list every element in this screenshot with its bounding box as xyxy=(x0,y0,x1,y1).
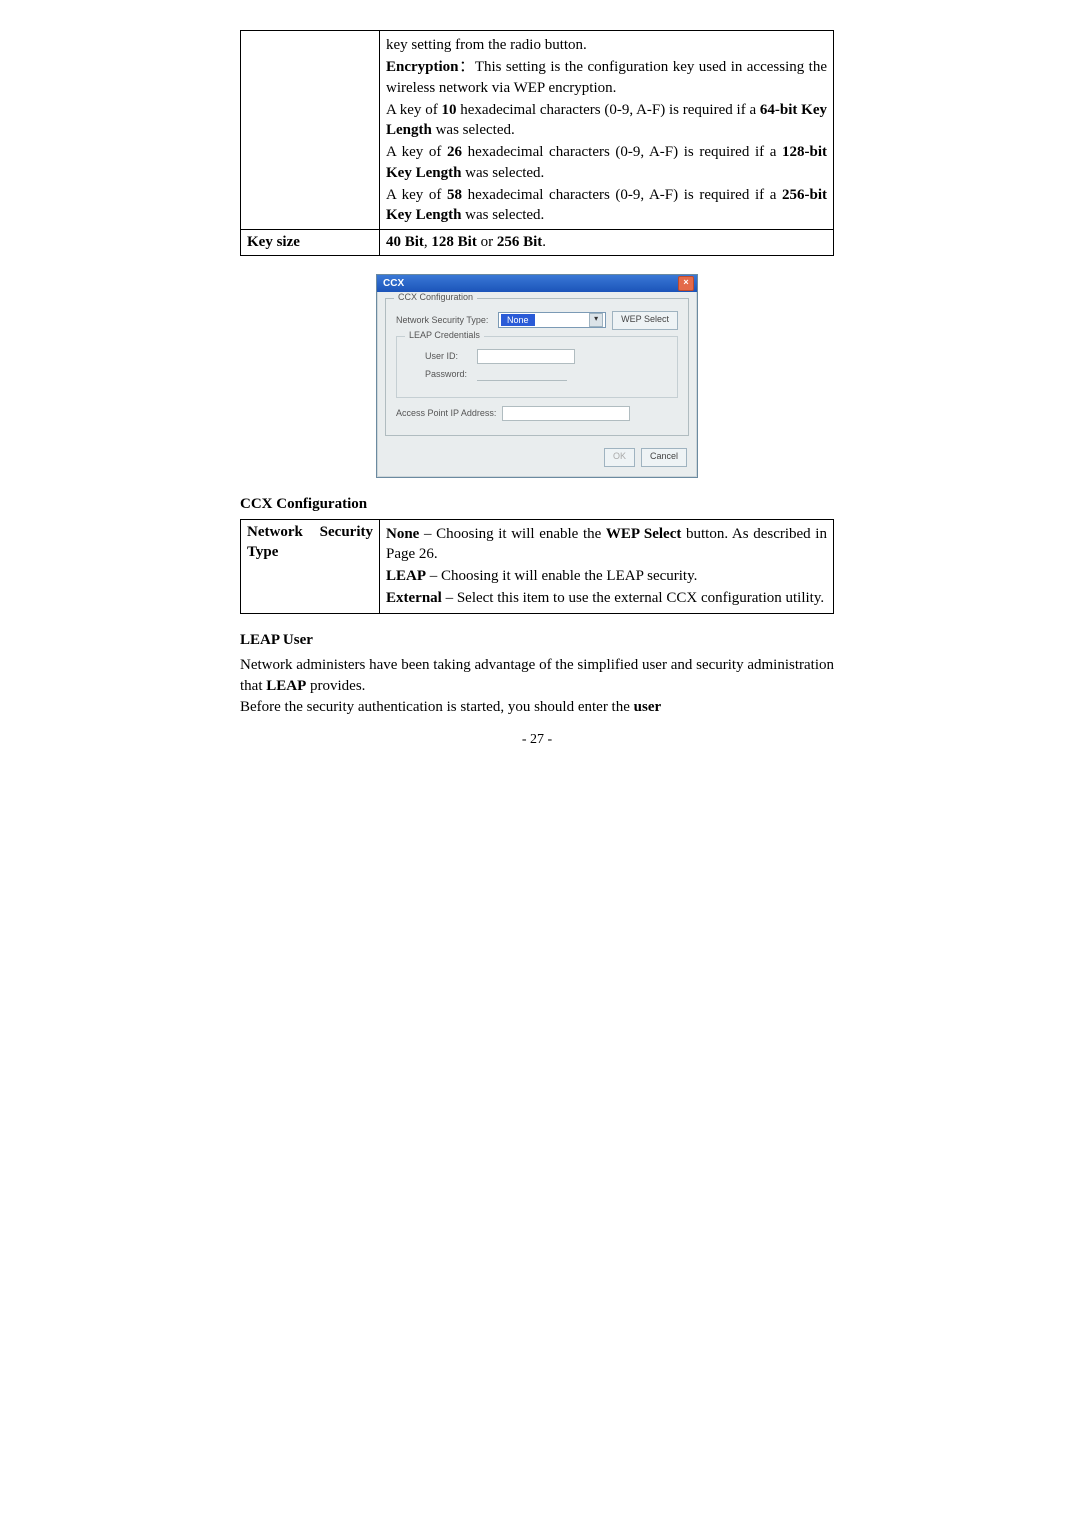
leap-user-heading: LEAP User xyxy=(240,632,834,649)
nst-row-value: None – Choosing it will enable the WEP S… xyxy=(380,519,834,613)
text-line: External – Select this item to use the e… xyxy=(386,588,827,608)
text-line: A key of 26 hexadecimal characters (0-9,… xyxy=(386,142,827,183)
leap-paragraph-2: Before the security authentication is st… xyxy=(240,697,834,718)
userid-label: User ID: xyxy=(425,351,471,361)
text-line: LEAP – Choosing it will enable the LEAP … xyxy=(386,566,827,586)
encryption-description-cell: key setting from the radio button. Encry… xyxy=(380,31,834,230)
chevron-down-icon: ▾ xyxy=(589,313,603,327)
userid-input[interactable] xyxy=(477,349,575,364)
ccx-config-group: CCX Configuration Network Security Type:… xyxy=(385,298,689,436)
password-row: Password: xyxy=(425,368,667,381)
nst-dropdown[interactable]: None ▾ xyxy=(498,312,606,328)
ap-address-input[interactable] xyxy=(502,406,630,421)
keysize-label: Key size xyxy=(241,230,380,255)
nst-selected: None xyxy=(501,314,535,326)
content-area: key setting from the radio button. Encry… xyxy=(240,30,834,748)
leap-credentials-group: LEAP Credentials User ID: Password: xyxy=(396,336,678,398)
table-row: key setting from the radio button. Encry… xyxy=(241,31,834,230)
leap-group-legend: LEAP Credentials xyxy=(405,330,484,340)
userid-row: User ID: xyxy=(425,349,667,364)
empty-label-cell xyxy=(241,31,380,230)
ccx-config-heading: CCX Configuration xyxy=(240,496,834,513)
close-icon[interactable]: × xyxy=(678,276,694,291)
dialog-actions: OK Cancel xyxy=(377,444,697,477)
document-page: key setting from the radio button. Encry… xyxy=(0,0,1080,788)
leap-paragraph-1: Network administers have been taking adv… xyxy=(240,655,834,697)
group-legend: CCX Configuration xyxy=(394,292,477,302)
dialog-title: CCX xyxy=(383,278,404,289)
keysize-value: 40 Bit, 128 Bit or 256 Bit. xyxy=(380,230,834,255)
password-label: Password: xyxy=(425,369,471,379)
table-row: Key size 40 Bit, 128 Bit or 256 Bit. xyxy=(241,230,834,255)
dialog-titlebar: CCX × xyxy=(377,275,697,292)
ap-label: Access Point IP Address: xyxy=(396,408,496,418)
network-security-row: Network Security Type: None ▾ WEP Select xyxy=(396,311,678,330)
ccx-dialog-figure: CCX × CCX Configuration Network Security… xyxy=(240,274,834,478)
table-row: Network Security Type None – Choosing it… xyxy=(241,519,834,613)
nst-label: Network Security Type: xyxy=(396,315,492,325)
cancel-button[interactable]: Cancel xyxy=(641,448,687,467)
wep-select-button[interactable]: WEP Select xyxy=(612,311,678,330)
text-line: A key of 10 hexadecimal characters (0-9,… xyxy=(386,100,827,141)
encryption-table: key setting from the radio button. Encry… xyxy=(240,30,834,256)
text-line: A key of 58 hexadecimal characters (0-9,… xyxy=(386,185,827,226)
ccx-dialog: CCX × CCX Configuration Network Security… xyxy=(376,274,698,478)
ap-address-row: Access Point IP Address: xyxy=(396,406,678,421)
ok-button[interactable]: OK xyxy=(604,448,635,467)
nst-row-label: Network Security Type xyxy=(241,519,380,613)
text-line: Encryption：This setting is the configura… xyxy=(386,57,827,98)
page-number: - 27 - xyxy=(240,732,834,748)
text-line: None – Choosing it will enable the WEP S… xyxy=(386,524,827,565)
text-line: key setting from the radio button. xyxy=(386,35,827,55)
network-security-table: Network Security Type None – Choosing it… xyxy=(240,519,834,614)
password-input[interactable] xyxy=(477,368,567,381)
